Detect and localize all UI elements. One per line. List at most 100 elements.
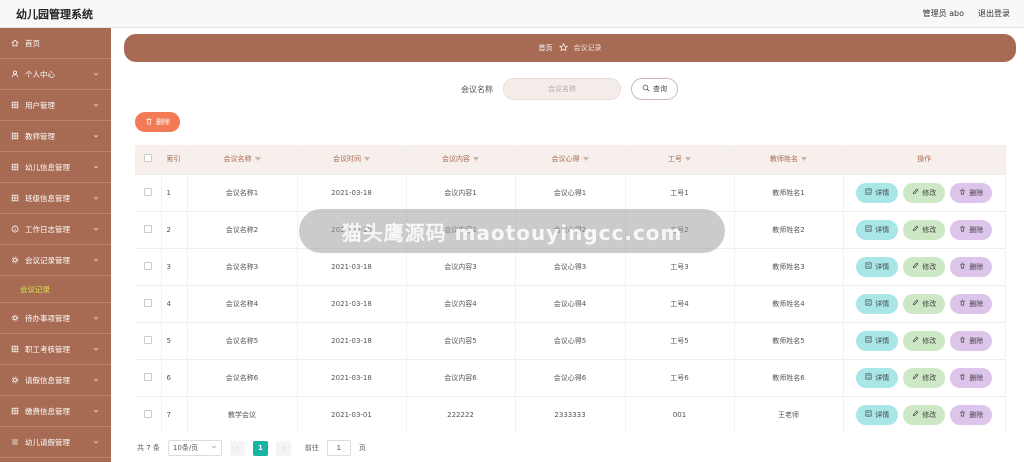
cell-job-no: 001 <box>625 395 735 433</box>
detail-button[interactable]: 详情 <box>856 293 899 314</box>
edit-button[interactable]: 修改 <box>903 256 946 277</box>
detail-button[interactable]: 详情 <box>856 219 899 240</box>
pencil-icon <box>912 336 919 345</box>
cell-index: 4 <box>161 284 188 322</box>
detail-button[interactable]: 详情 <box>856 404 899 425</box>
logout-link[interactable]: 退出登录 <box>978 8 1010 19</box>
sidebar-subitem[interactable]: 会议记录 <box>0 276 111 303</box>
row-checkbox[interactable] <box>143 409 152 418</box>
edit-button-label: 修改 <box>922 336 937 345</box>
breadcrumb-current: 会议记录 <box>573 44 602 52</box>
row-checkbox[interactable] <box>143 224 152 233</box>
cell-actions: 详情 修改 删除 <box>843 321 1006 359</box>
sidebar: 首页个人中心用户管理教师管理幼儿信息管理班级信息管理 工作日志管理会议记录管理会议… <box>0 28 111 462</box>
remove-button[interactable]: 删除 <box>950 219 993 240</box>
document-icon <box>865 262 872 271</box>
detail-button-label: 详情 <box>875 373 890 382</box>
gear-icon <box>10 313 20 323</box>
edit-button[interactable]: 修改 <box>903 219 946 240</box>
cell-index: 3 <box>161 247 188 285</box>
sidebar-item[interactable]: 幼儿请假管理 <box>0 427 111 458</box>
sidebar-item-label: 幼儿请假管理 <box>25 437 70 447</box>
detail-button-label: 详情 <box>875 225 890 234</box>
trash-icon <box>959 410 966 419</box>
edit-button[interactable]: 修改 <box>903 330 946 351</box>
remove-button[interactable]: 删除 <box>950 293 993 314</box>
sidebar-item[interactable]: 待办事项管理 <box>0 303 111 334</box>
remove-button-label: 删除 <box>969 262 984 271</box>
remove-button[interactable]: 删除 <box>950 256 993 277</box>
table-row: 2 会议名称2 2021-03-18 会议内容2 会议心得2 工号2 教师姓名2 详情 修改 删除 <box>135 210 1006 248</box>
row-checkbox[interactable] <box>143 372 152 381</box>
batch-delete-button[interactable]: 删除 <box>135 112 180 132</box>
column-header-insight[interactable]: 会议心得 <box>515 145 626 174</box>
edit-button[interactable]: 修改 <box>903 182 946 203</box>
remove-button[interactable]: 删除 <box>950 182 993 203</box>
pencil-icon <box>912 410 919 419</box>
detail-button[interactable]: 详情 <box>856 330 899 351</box>
column-header-content[interactable]: 会议内容 <box>406 145 516 174</box>
detail-button[interactable]: 详情 <box>856 367 899 388</box>
edit-button[interactable]: 修改 <box>903 404 946 425</box>
prev-page-button[interactable]: ‹ <box>229 440 245 456</box>
row-checkbox[interactable] <box>143 335 152 344</box>
sort-icon <box>801 157 807 162</box>
column-header-time[interactable]: 会议时间 <box>297 145 407 174</box>
sidebar-item[interactable]: 职工考核管理 <box>0 334 111 365</box>
sidebar-item-label: 会议记录管理 <box>25 255 70 265</box>
column-header-teacher[interactable]: 教师姓名 <box>734 145 844 174</box>
detail-button[interactable]: 详情 <box>856 182 899 203</box>
sort-icon <box>473 157 479 162</box>
chevron-down-icon <box>93 132 99 138</box>
row-checkbox[interactable] <box>143 261 152 270</box>
select-all-checkbox[interactable] <box>143 154 152 163</box>
sidebar-item[interactable]: 用户管理 <box>0 90 111 121</box>
remove-button[interactable]: 删除 <box>950 404 993 425</box>
column-header-name[interactable]: 会议名称 <box>187 145 298 174</box>
table-row: 5 会议名称5 2021-03-18 会议内容5 会议心得5 工号5 教师姓名5 详情 修改 删除 <box>135 321 1006 359</box>
cell-content: 会议内容1 <box>406 173 516 211</box>
sidebar-item[interactable]: 会议记录管理 <box>0 245 111 276</box>
cell-insight: 会议心得5 <box>515 321 626 359</box>
row-checkbox[interactable] <box>143 187 152 196</box>
sidebar-item[interactable]: 班级信息管理 <box>0 183 111 214</box>
trash-icon <box>959 336 966 345</box>
sidebar-item[interactable]: 教师管理 <box>0 121 111 152</box>
goto-page-input[interactable] <box>326 440 351 456</box>
cell-actions: 详情 修改 删除 <box>843 358 1006 396</box>
star-icon <box>558 42 568 54</box>
sidebar-item-label: 幼儿信息管理 <box>25 162 70 172</box>
page-size-select[interactable]: 10条/页 <box>167 440 222 456</box>
next-page-button[interactable]: › <box>275 440 291 456</box>
sidebar-item[interactable]: 首页 <box>0 28 111 59</box>
column-header-actions: 操作 <box>843 145 1006 174</box>
query-button[interactable]: 查询 <box>631 78 678 100</box>
sidebar-item-label: 用户管理 <box>25 100 55 110</box>
sidebar-item[interactable]: 个人中心 <box>0 59 111 90</box>
remove-button[interactable]: 删除 <box>950 367 993 388</box>
sidebar-item[interactable]: 请假信息管理 <box>0 365 111 396</box>
page-button-current[interactable]: 1 <box>252 440 268 456</box>
cell-job-no: 工号3 <box>625 247 735 285</box>
sidebar-item[interactable]: 幼儿信息管理 <box>0 152 111 183</box>
document-icon <box>865 188 872 197</box>
user-label: 管理员 abo <box>922 9 964 18</box>
remove-button[interactable]: 删除 <box>950 330 993 351</box>
page-size-value: 10条/页 <box>172 444 199 452</box>
breadcrumb-home[interactable]: 首页 <box>539 43 553 53</box>
search-input[interactable] <box>503 78 621 100</box>
column-header-job-no[interactable]: 工号 <box>625 145 735 174</box>
top-header: 幼儿园管理系统 管理员 abo 退出登录 <box>0 0 1024 28</box>
sidebar-item-label: 个人中心 <box>25 69 55 79</box>
cell-time: 2021-03-18 <box>297 358 407 396</box>
grid-icon <box>10 131 20 141</box>
edit-button[interactable]: 修改 <box>903 367 946 388</box>
sidebar-item[interactable]: 缴费信息管理 <box>0 396 111 427</box>
sidebar-item[interactable]: 工作日志管理 <box>0 214 111 245</box>
edit-button[interactable]: 修改 <box>903 293 946 314</box>
remove-button-label: 删除 <box>969 188 984 197</box>
chevron-down-icon <box>93 345 99 351</box>
cell-index: 2 <box>161 210 188 248</box>
row-checkbox[interactable] <box>143 298 152 307</box>
detail-button[interactable]: 详情 <box>856 256 899 277</box>
